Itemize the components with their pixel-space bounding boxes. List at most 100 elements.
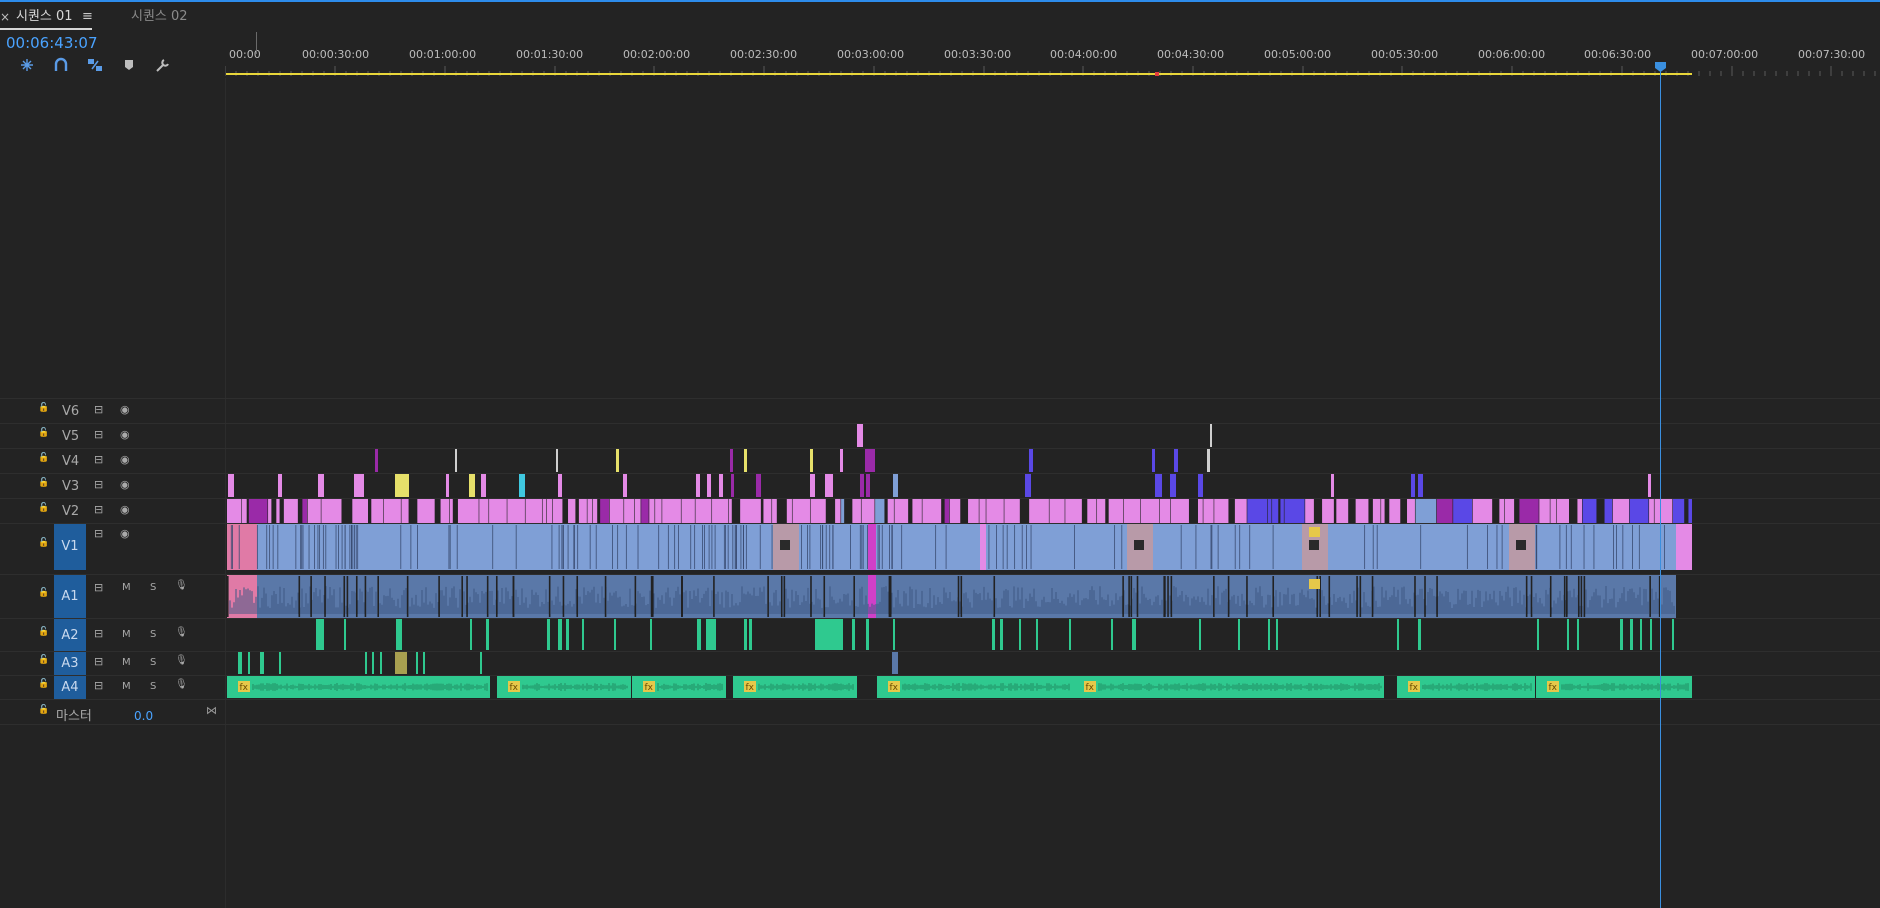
eye-icon[interactable]: ◉	[120, 403, 130, 416]
lock-icon[interactable]: 🔓	[38, 453, 49, 463]
solo-button[interactable]: S	[150, 582, 156, 593]
track-name-a4[interactable]: A4	[54, 676, 86, 700]
ruler-start-tick	[256, 32, 257, 54]
track-name-a3[interactable]: A3	[54, 652, 86, 676]
ruler-label: 00:07:00:00	[1691, 48, 1759, 61]
sync-lock-icon[interactable]: ⊟	[94, 503, 103, 516]
eye-icon[interactable]: ◉	[120, 478, 130, 491]
microphone-icon[interactable]: 🎙	[175, 655, 188, 666]
work-area-bar[interactable]	[226, 73, 1692, 75]
lock-icon[interactable]: 🔓	[38, 538, 49, 548]
tab-sequence-02[interactable]: 시퀀스 02	[131, 6, 188, 28]
sync-lock-icon[interactable]: ⊟	[94, 478, 103, 491]
mute-button[interactable]: M	[122, 582, 131, 593]
audio-track-a2: 🔓 A2 ⊟ M S 🎙	[0, 618, 1880, 652]
master-label: 마스터	[56, 709, 92, 724]
tab-menu-icon[interactable]: ≡	[82, 6, 93, 28]
track-header: 🔓 A3 ⊟ M S 🎙	[0, 652, 225, 676]
ruler-label: 00:03:30:00	[944, 48, 1012, 61]
video-track-v6: 🔓 V6 ⊟ ◉	[0, 398, 1880, 423]
linked-selection-icon[interactable]	[77, 57, 102, 73]
master-track: 🔓 마스터 0.0 ⋈	[0, 699, 1880, 725]
eye-icon[interactable]: ◉	[120, 503, 130, 516]
mute-button[interactable]: M	[122, 681, 131, 692]
lock-icon[interactable]: 🔓	[38, 503, 49, 513]
sync-lock-icon[interactable]: ⊟	[94, 627, 103, 640]
track-name-v3[interactable]: V3	[62, 479, 79, 494]
sync-lock-icon[interactable]: ⊟	[94, 428, 103, 441]
microphone-icon[interactable]: 🎙	[175, 679, 188, 690]
track-header: 🔓 A1 ⊟ M S 🎙	[0, 575, 225, 619]
mute-button[interactable]: M	[122, 657, 131, 668]
playhead-line[interactable]	[1660, 62, 1661, 908]
eye-icon[interactable]: ◉	[120, 453, 130, 466]
eye-icon[interactable]: ◉	[120, 527, 130, 540]
tab-close-icon[interactable]: ×	[0, 6, 10, 28]
track-header: 🔓 V3 ⊟ ◉	[0, 474, 225, 498]
sync-lock-icon[interactable]: ⊟	[94, 655, 103, 668]
marker-icon[interactable]	[111, 57, 133, 73]
ruler-label: 00:07:30:00	[1798, 48, 1866, 61]
video-track-v1: 🔓 V1 ⊟ ◉	[0, 523, 1880, 570]
snap-icon[interactable]	[9, 57, 33, 73]
video-track-v4: 🔓 V4 ⊟ ◉	[0, 448, 1880, 473]
lock-icon[interactable]: 🔓	[38, 403, 49, 413]
track-header: 🔓 V6 ⊟ ◉	[0, 399, 225, 423]
ruler-label: 00:00:30:00	[302, 48, 370, 61]
lock-icon[interactable]: 🔓	[38, 627, 49, 637]
track-name-v1[interactable]: V1	[54, 524, 86, 570]
audio-track-a3: 🔓 A3 ⊟ M S 🎙	[0, 651, 1880, 676]
sync-lock-icon[interactable]: ⊟	[94, 453, 103, 466]
master-volume-value[interactable]: 0.0	[134, 709, 153, 723]
track-name-v4[interactable]: V4	[62, 454, 79, 469]
track-header: 🔓 A4 ⊟ M S 🎙	[0, 676, 225, 700]
track-header: 🔓 A2 ⊟ M S 🎙	[0, 619, 225, 652]
audio-track-a4: 🔓 A4 ⊟ M S 🎙	[0, 675, 1880, 700]
track-header: 🔓 V4 ⊟ ◉	[0, 449, 225, 473]
ruler-label: 00:01:30:00	[516, 48, 584, 61]
track-header: 🔓 V5 ⊟ ◉	[0, 424, 225, 448]
lock-icon[interactable]: 🔓	[38, 679, 49, 689]
timeline-panel: × 시퀀스 01 ≡ 시퀀스 02 00:06:43:07 00:00 00:00…	[0, 0, 1880, 908]
solo-button[interactable]: S	[150, 629, 156, 640]
ruler-label: 00:06:00:00	[1478, 48, 1546, 61]
lock-icon[interactable]: 🔓	[38, 655, 49, 665]
solo-button[interactable]: S	[150, 657, 156, 668]
eye-icon[interactable]: ◉	[120, 428, 130, 441]
video-track-v3: 🔓 V3 ⊟ ◉	[0, 473, 1880, 498]
track-name-v2[interactable]: V2	[62, 504, 79, 519]
track-name-v5[interactable]: V5	[62, 429, 79, 444]
lock-icon[interactable]: 🔓	[38, 588, 49, 598]
audio-track-a1: 🔓 A1 ⊟ M S 🎙	[0, 574, 1880, 619]
sync-lock-icon[interactable]: ⊟	[94, 679, 103, 692]
track-header: 🔓 V1 ⊟ ◉	[0, 524, 225, 570]
lock-icon[interactable]: 🔓	[38, 478, 49, 488]
track-header: 🔓 V2 ⊟ ◉	[0, 499, 225, 523]
mute-button[interactable]: M	[122, 629, 131, 640]
ruler-label: 00:02:30:00	[730, 48, 798, 61]
microphone-icon[interactable]: 🎙	[175, 580, 188, 591]
lock-icon[interactable]: 🔓	[38, 705, 49, 715]
master-end-icon[interactable]: ⋈	[206, 704, 217, 717]
microphone-icon[interactable]: 🎙	[175, 627, 188, 638]
solo-button[interactable]: S	[150, 681, 156, 692]
track-name-a1[interactable]: A1	[54, 575, 86, 619]
ruler-label: 00:04:00:00	[1050, 48, 1118, 61]
wrench-icon[interactable]	[145, 57, 169, 73]
tab-sequence-01[interactable]: 시퀀스 01	[16, 6, 73, 28]
magnet-icon[interactable]	[43, 57, 68, 73]
sync-lock-icon[interactable]: ⊟	[94, 581, 103, 594]
track-name-v6[interactable]: V6	[62, 404, 79, 419]
sync-lock-icon[interactable]: ⊟	[94, 527, 103, 540]
in-point-marker	[1155, 72, 1159, 76]
ruler-label: 00:02:00:00	[623, 48, 691, 61]
active-tab-indicator	[0, 28, 92, 30]
track-name-a2[interactable]: A2	[54, 619, 86, 652]
sync-lock-icon[interactable]: ⊟	[94, 403, 103, 416]
sequence-tabs: × 시퀀스 01 ≡ 시퀀스 02	[0, 6, 1880, 30]
lock-icon[interactable]: 🔓	[38, 428, 49, 438]
playhead-timecode[interactable]: 00:06:43:07	[6, 34, 98, 52]
ruler-label: 00:05:00:00	[1264, 48, 1332, 61]
ruler-label: 00:06:30:00	[1584, 48, 1652, 61]
video-track-v2: 🔓 V2 ⊟ ◉	[0, 498, 1880, 523]
